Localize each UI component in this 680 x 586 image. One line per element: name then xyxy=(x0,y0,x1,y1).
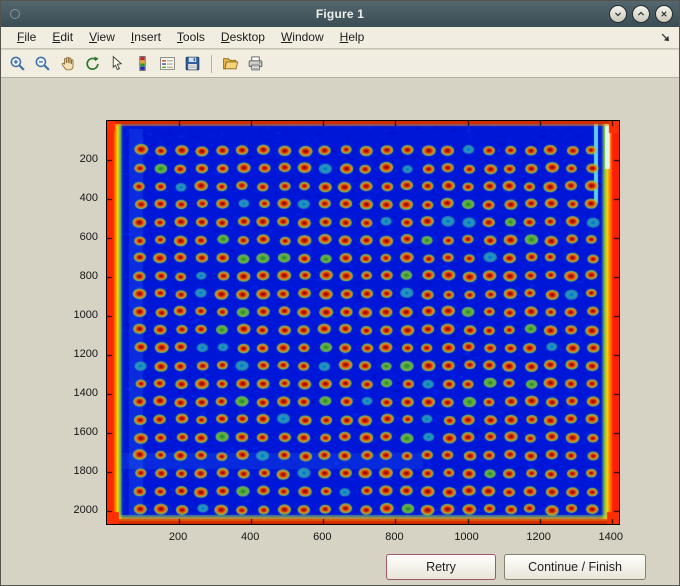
y-tick-label: 600 xyxy=(79,231,98,244)
x-tick-label: 400 xyxy=(241,531,260,543)
dock-figure-icon[interactable] xyxy=(659,31,673,45)
retry-button[interactable]: Retry xyxy=(386,554,496,580)
x-tick-label: 600 xyxy=(313,531,332,543)
window-menu-icon[interactable] xyxy=(10,9,20,19)
pan-icon[interactable] xyxy=(56,52,79,75)
menu-desktop[interactable]: Desktop xyxy=(213,27,273,48)
y-tick-label: 200 xyxy=(79,153,98,166)
data-cursor-icon[interactable] xyxy=(106,52,129,75)
x-tick-label: 1200 xyxy=(526,531,551,543)
menu-edit[interactable]: Edit xyxy=(44,27,81,48)
y-tick-label: 800 xyxy=(79,270,98,283)
figure-window: Figure 1 File Edit View Insert Tools Desktop W… xyxy=(0,0,680,586)
rotate-3d-icon[interactable] xyxy=(81,52,104,75)
y-tick-label: 1800 xyxy=(73,465,98,478)
y-tick-label: 1600 xyxy=(73,426,98,439)
y-tick-label: 400 xyxy=(79,192,98,205)
menu-help[interactable]: Help xyxy=(332,27,373,48)
x-tick-label: 800 xyxy=(385,531,404,543)
title-bar[interactable]: Figure 1 xyxy=(1,1,679,27)
x-tick-label: 1000 xyxy=(454,531,479,543)
x-tick-label: 1400 xyxy=(598,531,624,543)
y-tick-label: 1200 xyxy=(73,348,98,361)
continue-finish-button[interactable]: Continue / Finish xyxy=(504,554,646,580)
menu-tools[interactable]: Tools xyxy=(169,27,213,48)
window-controls xyxy=(609,5,673,23)
menu-bar-items: File Edit View Insert Tools Desktop Window Help xyxy=(9,27,372,48)
zoom-in-icon[interactable] xyxy=(6,52,29,75)
axes xyxy=(106,120,620,525)
open-icon[interactable] xyxy=(219,52,242,75)
toolbar xyxy=(1,50,679,78)
colorbar-icon[interactable] xyxy=(131,52,154,75)
menu-insert[interactable]: Insert xyxy=(123,27,169,48)
menu-view[interactable]: View xyxy=(81,27,123,48)
microarray-image[interactable] xyxy=(106,120,620,525)
toolbar-separator xyxy=(211,54,212,73)
y-tick-label: 1000 xyxy=(73,309,98,322)
y-tick-label: 1400 xyxy=(73,387,98,400)
menu-file[interactable]: File xyxy=(9,27,44,48)
window-title: Figure 1 xyxy=(315,7,365,21)
print-icon[interactable] xyxy=(244,52,267,75)
figure-canvas-area: 200 400 600 800 1000 1200 1400 1600 1800 2000 200… xyxy=(1,79,679,585)
menu-bar: File Edit View Insert Tools Desktop Window Help xyxy=(1,27,679,49)
menu-window[interactable]: Window xyxy=(273,27,332,48)
close-button[interactable] xyxy=(655,5,673,23)
minimize-button[interactable] xyxy=(609,5,627,23)
y-tick-label: 2000 xyxy=(73,504,98,517)
maximize-button[interactable] xyxy=(632,5,650,23)
x-tick-label: 200 xyxy=(168,531,188,543)
legend-icon[interactable] xyxy=(156,52,179,75)
zoom-out-icon[interactable] xyxy=(31,52,54,75)
save-icon[interactable] xyxy=(181,52,204,75)
